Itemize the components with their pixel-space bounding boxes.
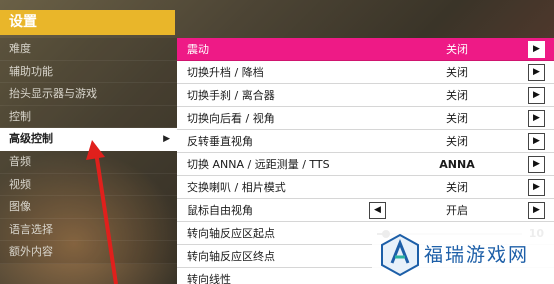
watermark: 福瑞游戏网 xyxy=(372,226,554,284)
watermark-logo-icon xyxy=(381,233,419,277)
watermark-text: 福瑞游戏网 xyxy=(424,244,530,266)
